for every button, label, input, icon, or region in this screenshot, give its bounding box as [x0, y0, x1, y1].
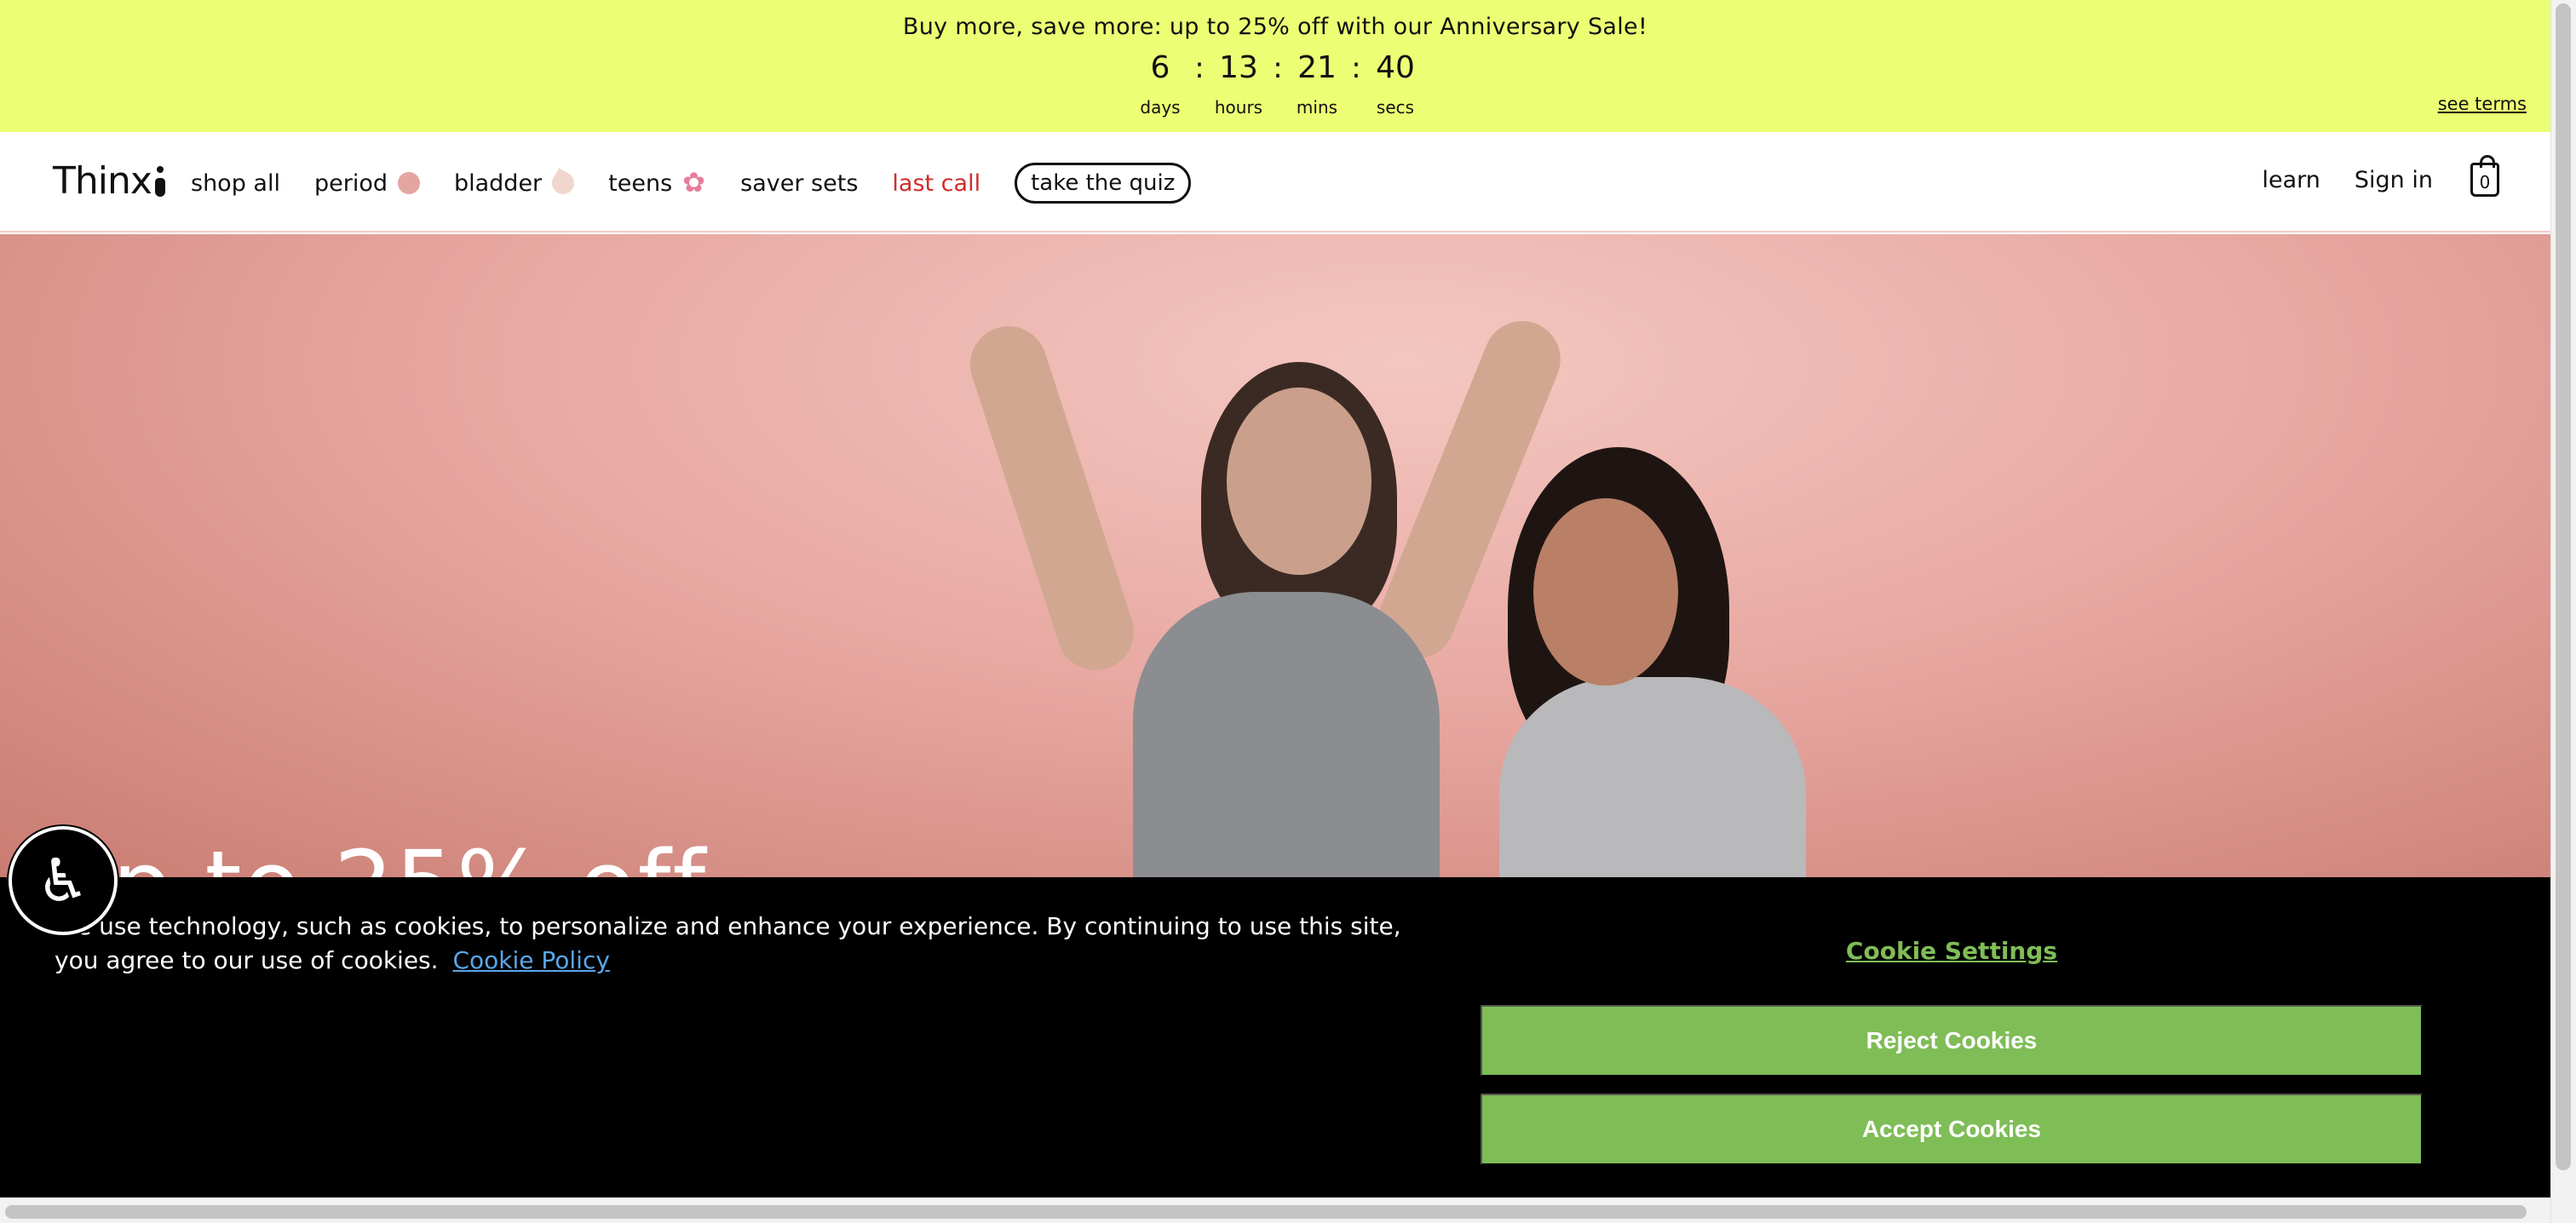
countdown-separator: : — [1273, 51, 1283, 85]
countdown-days-value: 6 — [1150, 50, 1170, 85]
hero-image-shape — [1499, 677, 1806, 881]
header-utilities: learn Sign in 0 — [2228, 155, 2499, 197]
see-terms-link[interactable]: see terms — [2438, 94, 2527, 114]
take-the-quiz-button[interactable]: take the quiz — [1015, 163, 1192, 204]
countdown-secs-label: secs — [1376, 97, 1415, 118]
horizontal-scroll-thumb[interactable] — [5, 1205, 2527, 1219]
countdown-mins-value: 21 — [1297, 50, 1337, 85]
hero-image-shape — [1227, 388, 1371, 575]
countdown-mins-label: mins — [1296, 97, 1338, 118]
countdown-separator: : — [1194, 51, 1205, 85]
sign-in-link[interactable]: Sign in — [2355, 167, 2433, 193]
accessibility-icon[interactable]: ♿ — [9, 826, 118, 935]
nav-label: bladder — [453, 169, 543, 197]
main-nav: shop all period bladder teens saver sets… — [191, 163, 1192, 204]
hero-image-shape — [1533, 498, 1678, 686]
countdown-timer: 6 days : 13 hours : 21 mins : 40 secs — [1133, 48, 1423, 118]
cookie-settings-link[interactable]: Cookie Settings — [1481, 937, 2423, 965]
nav-teens[interactable]: teens — [608, 166, 706, 198]
logo-text: Thinx — [53, 159, 152, 203]
cookie-message: We use technology, such as cookies, to p… — [55, 910, 1417, 978]
nav-label: saver sets — [740, 169, 859, 197]
logo-mark-icon — [154, 165, 165, 197]
hero-image-shape — [960, 316, 1144, 680]
flower-icon — [682, 166, 706, 198]
countdown-days-label: days — [1140, 97, 1181, 118]
countdown-days: 6 days — [1133, 48, 1187, 118]
hero-image-shape — [1133, 592, 1440, 881]
hero-headline: up to 25% off — [51, 830, 707, 881]
promo-banner: Buy more, save more: up to 25% off with … — [0, 0, 2550, 132]
site-header: Thinx shop all period bladder teens save… — [0, 132, 2550, 233]
nav-period[interactable]: period — [314, 170, 420, 197]
pill-icon — [397, 172, 420, 194]
cart-icon[interactable]: 0 — [2470, 155, 2499, 197]
cookie-banner: We use technology, such as cookies, to p… — [0, 877, 2550, 1197]
reject-cookies-button[interactable]: Reject Cookies — [1481, 1005, 2423, 1077]
nav-label: period — [313, 169, 388, 197]
drop-icon — [548, 168, 578, 198]
nav-label: last call — [892, 169, 981, 197]
countdown-hours: 13 hours — [1211, 48, 1266, 118]
countdown-mins: 21 mins — [1290, 48, 1344, 118]
horizontal-scrollbar[interactable] — [0, 1197, 2550, 1223]
cart-count: 0 — [2479, 172, 2491, 192]
cookie-text: We use technology, such as cookies, to p… — [55, 912, 1401, 974]
promo-message: Buy more, save more: up to 25% off with … — [902, 14, 1648, 40]
countdown-hours-label: hours — [1214, 97, 1263, 118]
cookie-policy-link[interactable]: Cookie Policy — [452, 946, 609, 974]
nav-saver-sets[interactable]: saver sets — [740, 170, 858, 197]
hero-banner[interactable]: up to 25% off — [0, 234, 2550, 881]
countdown-separator: : — [1351, 51, 1361, 85]
learn-link[interactable]: learn — [2263, 167, 2320, 193]
countdown-secs-value: 40 — [1376, 50, 1415, 85]
nav-shop-all[interactable]: shop all — [191, 170, 280, 197]
accept-cookies-button[interactable]: Accept Cookies — [1481, 1094, 2423, 1165]
vertical-scrollbar[interactable] — [2550, 0, 2576, 1223]
countdown-hours-value: 13 — [1219, 50, 1258, 85]
thinx-logo[interactable]: Thinx — [53, 159, 165, 203]
nav-label: teens — [608, 169, 673, 197]
countdown-secs: 40 secs — [1368, 48, 1423, 118]
vertical-scroll-thumb[interactable] — [2556, 3, 2571, 1170]
nav-bladder[interactable]: bladder — [453, 168, 578, 198]
nav-label: shop all — [191, 169, 280, 197]
nav-last-call[interactable]: last call — [892, 170, 980, 197]
